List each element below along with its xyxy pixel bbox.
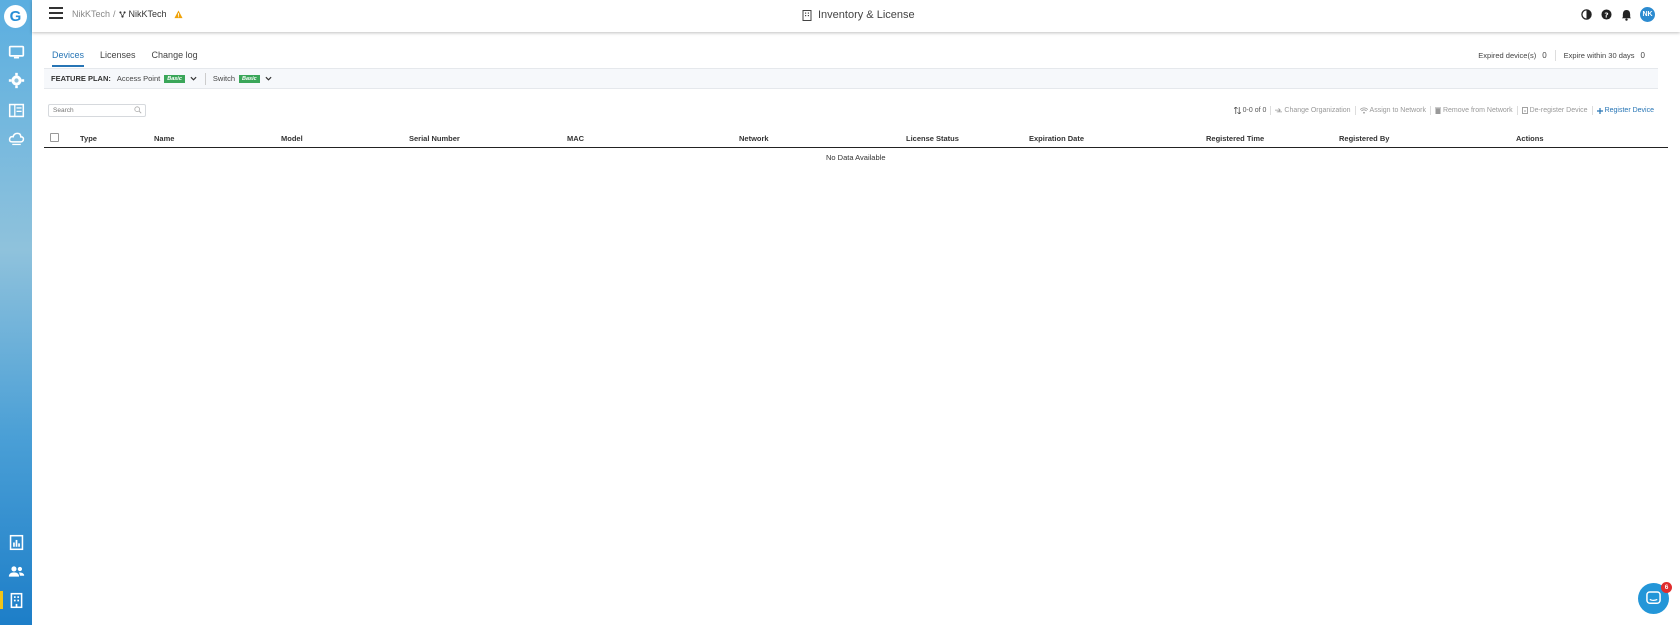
column-header-license-status[interactable]: License Status <box>906 134 959 143</box>
column-header-registered-time[interactable]: Registered Time <box>1206 134 1264 143</box>
hamburger-menu-icon[interactable] <box>49 7 63 19</box>
column-header-expiration-date[interactable]: Expiration Date <box>1029 134 1084 143</box>
network-assign-icon <box>1359 107 1368 114</box>
feature-plan-switch: Switch <box>212 74 235 83</box>
deregister-icon <box>1521 107 1528 114</box>
pagination-info[interactable]: 0-0 of 0 <box>1233 107 1267 114</box>
site-icon <box>118 10 126 18</box>
gear-icon[interactable] <box>6 70 26 90</box>
feature-plan-divider <box>204 72 206 85</box>
toolbar-divider <box>1591 106 1593 115</box>
help-icon[interactable]: ? <box>1600 8 1613 21</box>
transfer-icon <box>1275 107 1283 112</box>
left-rail: G <box>0 0 32 625</box>
page-title-text: Inventory & License <box>818 9 915 21</box>
license-stats: Expired device(s) 0 Expire within 30 day… <box>1478 50 1645 61</box>
chevron-down-icon[interactable] <box>189 74 198 83</box>
column-header-type[interactable]: Type <box>80 134 97 143</box>
chat-icon <box>1646 591 1661 604</box>
dashboard-icon[interactable] <box>6 100 26 120</box>
pagination-text: 0-0 of 0 <box>1242 107 1267 114</box>
feature-plan-access-point: Access Point <box>116 74 161 83</box>
toolbar-divider <box>1516 106 1518 115</box>
building-icon <box>802 9 812 21</box>
breadcrumb-site[interactable]: NikKTech <box>129 9 167 19</box>
deregister-device-label: De-register Device <box>1529 107 1588 114</box>
avatar[interactable]: NK <box>1640 7 1655 22</box>
column-header-name[interactable]: Name <box>154 134 174 143</box>
toolbar-divider <box>1429 106 1431 115</box>
building-icon[interactable] <box>6 590 26 610</box>
tab-devices[interactable]: Devices <box>52 50 85 67</box>
top-header: NikKTech / NikKTech Inventory & License … <box>32 0 1680 32</box>
access-point-plan-badge: Basic <box>164 74 185 83</box>
expired-devices-label: Expired device(s) <box>1478 51 1537 60</box>
feature-plan-bar: FEATURE PLAN: Access Point Basic Switch … <box>44 68 1658 89</box>
breadcrumb: NikKTech / NikKTech <box>72 9 183 19</box>
bell-icon[interactable] <box>1620 8 1633 21</box>
chat-notification-badge: 6 <box>1661 582 1672 593</box>
breadcrumb-org[interactable]: NikKTech <box>72 9 110 19</box>
change-organization-button[interactable]: Change Organization <box>1275 107 1351 114</box>
trash-icon <box>1434 107 1441 114</box>
assign-to-network-button[interactable]: Assign to Network <box>1359 107 1426 114</box>
search-icon[interactable] <box>134 106 142 114</box>
svg-text:?: ? <box>1604 10 1608 19</box>
sort-icon <box>1233 107 1241 114</box>
warning-icon[interactable] <box>173 9 183 19</box>
expired-devices-count[interactable]: 0 <box>1542 51 1546 60</box>
app-logo-icon[interactable]: G <box>4 5 27 28</box>
feature-plan-label: FEATURE PLAN: <box>51 74 111 83</box>
column-header-serial-number[interactable]: Serial Number <box>409 134 460 143</box>
monitor-icon[interactable] <box>6 42 26 62</box>
assign-to-network-label: Assign to Network <box>1369 107 1426 114</box>
switch-plan-badge: Basic <box>239 74 260 83</box>
column-header-model[interactable]: Model <box>281 134 303 143</box>
cloud-icon[interactable] <box>6 128 26 148</box>
select-all-checkbox[interactable] <box>50 133 59 142</box>
search-input[interactable] <box>48 104 146 117</box>
change-organization-label: Change Organization <box>1284 107 1351 114</box>
header-actions: ? NK <box>1580 7 1655 22</box>
remove-from-network-button[interactable]: Remove from Network <box>1434 107 1513 114</box>
plus-icon <box>1596 107 1603 114</box>
rail-active-indicator <box>0 591 3 609</box>
expire-30-days-count[interactable]: 0 <box>1641 51 1645 60</box>
theme-toggle-icon[interactable] <box>1580 8 1593 21</box>
users-icon[interactable] <box>6 561 26 581</box>
empty-table-message: No Data Available <box>826 153 886 162</box>
deregister-device-button[interactable]: De-register Device <box>1521 107 1588 114</box>
column-header-network[interactable]: Network <box>739 134 769 143</box>
chevron-down-icon[interactable] <box>264 74 273 83</box>
breadcrumb-separator: / <box>113 9 116 19</box>
stats-divider <box>1554 50 1556 61</box>
device-toolbar: 0-0 of 0 Change Organization Assign to N… <box>1233 106 1654 115</box>
devices-table-header: Type Name Model Serial Number MAC Networ… <box>44 130 1668 148</box>
column-header-mac[interactable]: MAC <box>567 134 584 143</box>
column-header-actions: Actions <box>1516 134 1544 143</box>
toolbar-divider <box>1354 106 1356 115</box>
toolbar-divider <box>1270 106 1272 115</box>
column-header-registered-by[interactable]: Registered By <box>1339 134 1389 143</box>
tab-change-log[interactable]: Change log <box>152 50 198 67</box>
register-device-label: Register Device <box>1604 107 1654 114</box>
report-icon[interactable] <box>6 532 26 552</box>
remove-from-network-label: Remove from Network <box>1442 107 1513 114</box>
register-device-button[interactable]: Register Device <box>1596 107 1654 114</box>
tab-bar: Devices Licenses Change log <box>52 50 198 67</box>
tab-licenses[interactable]: Licenses <box>100 50 136 67</box>
page-title: Inventory & License <box>802 9 915 21</box>
expire-30-days-label: Expire within 30 days <box>1563 51 1635 60</box>
